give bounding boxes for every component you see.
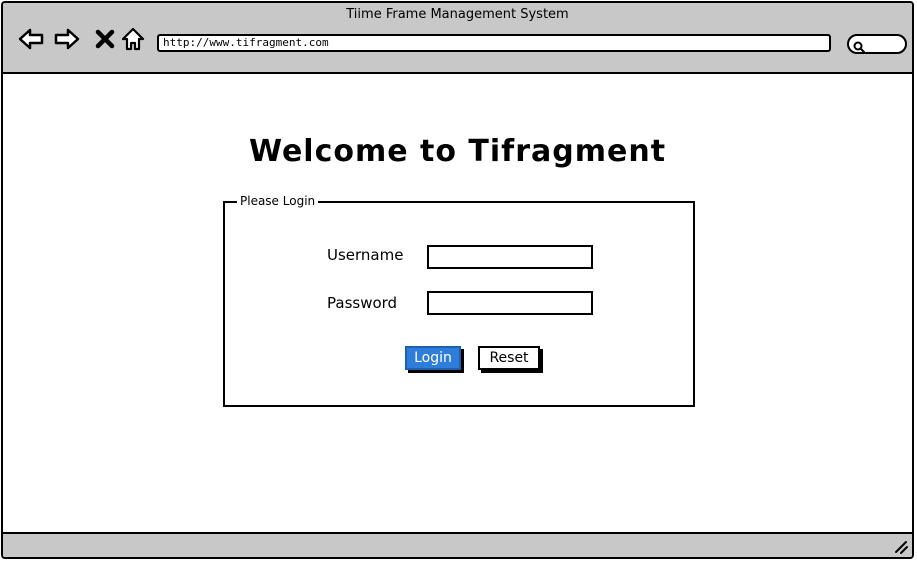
browser-window: Tiime Frame Management System http://www… bbox=[1, 1, 914, 559]
search-icon bbox=[853, 38, 865, 53]
username-field[interactable] bbox=[427, 245, 593, 269]
page-title: Welcome to Tifragment bbox=[248, 134, 667, 169]
window-title: Tiime Frame Management System bbox=[346, 7, 569, 22]
login-button[interactable]: Login bbox=[405, 346, 461, 370]
close-icon[interactable] bbox=[91, 25, 119, 53]
url-input[interactable]: http://www.tifragment.com bbox=[157, 34, 831, 52]
password-field[interactable] bbox=[427, 291, 593, 315]
page-content: Welcome to Tifragment Please Login Usern… bbox=[3, 74, 912, 536]
back-arrow-icon[interactable] bbox=[17, 25, 45, 53]
login-form: Please Login Username Password Login Res… bbox=[223, 194, 695, 407]
browser-toolbar: Tiime Frame Management System http://www… bbox=[3, 3, 912, 74]
forward-arrow-icon[interactable] bbox=[53, 25, 81, 53]
home-icon[interactable] bbox=[119, 25, 147, 53]
status-bar bbox=[3, 532, 912, 557]
username-label: Username bbox=[327, 246, 404, 264]
login-form-legend: Please Login bbox=[237, 194, 319, 208]
reset-button[interactable]: Reset bbox=[478, 346, 540, 370]
resize-grip-icon[interactable] bbox=[893, 539, 909, 555]
password-label: Password bbox=[327, 294, 398, 312]
search-input[interactable] bbox=[847, 34, 907, 54]
